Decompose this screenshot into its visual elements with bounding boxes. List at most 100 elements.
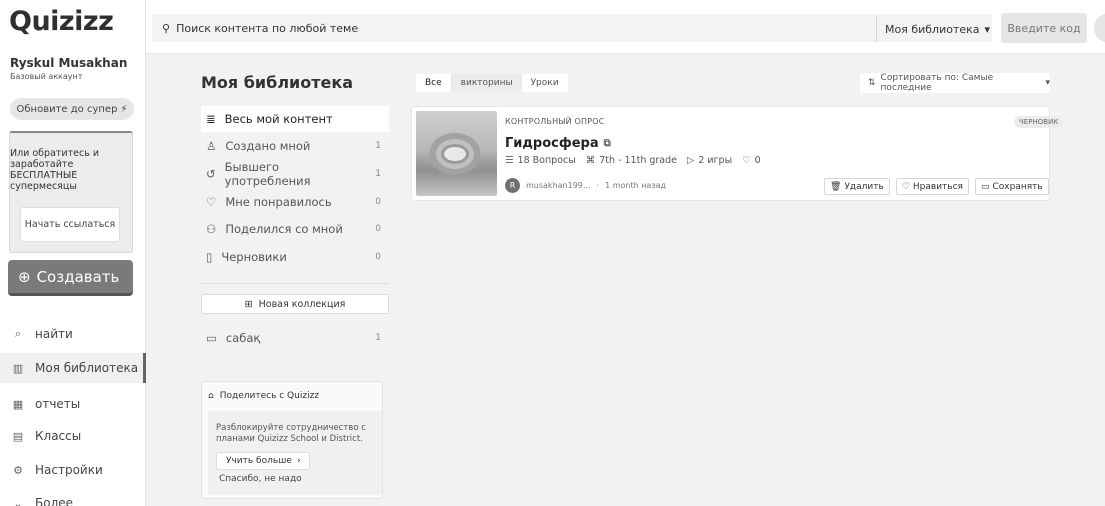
like-button[interactable]: ♡ Нравиться (895, 178, 969, 195)
quiz-thumbnail (416, 111, 497, 196)
chevron-right-icon: › (296, 456, 301, 466)
nav-label: Моя библиотека (35, 361, 139, 375)
plus-circle-icon: ⊕ (18, 267, 31, 286)
library-item-all[interactable]: ≣ Весь мой контент (201, 106, 389, 132)
nav-label: найти (35, 327, 73, 341)
library-dropdown[interactable]: Моя библиотека ▾ (876, 16, 991, 42)
user-name: Ryskul Musakhan (10, 56, 128, 70)
reports-icon: ▦ (12, 397, 24, 411)
quizizz-logo[interactable]: Quizizz (9, 6, 114, 37)
sort-label: Сортировать по: Самые последние (880, 73, 994, 93)
sort-icon: ⇅ (868, 78, 876, 88)
library-dropdown-label: Моя библиотека (885, 22, 980, 36)
referral-text: Или обратитесь и заработайте БЕСПЛАТНЫЕ … (10, 148, 99, 192)
save-button[interactable]: ▭ Сохранять (974, 178, 1049, 195)
nav-item-find[interactable]: ⌕ найти (0, 319, 146, 349)
create-label: Создавать (36, 267, 120, 286)
library-item-count: 0 (375, 197, 381, 207)
avatar: R (505, 178, 520, 193)
library-item-label: Создано мной (225, 139, 311, 153)
learn-more-button[interactable]: Учить больше › (216, 452, 310, 470)
library-item-label: Черновики (221, 250, 287, 264)
divider (201, 283, 389, 284)
share-panel-title: Поделитесь с Quizizz (219, 391, 320, 401)
author-name: musakhan199... (526, 181, 591, 190)
delete-button[interactable]: 🗑 Удалить (824, 178, 890, 195)
library-item-label: Мне понравилось (225, 195, 332, 209)
enter-code-input[interactable]: Введите код (1001, 13, 1087, 43)
likes-count: 0 (754, 155, 761, 166)
school-icon: ⌂ (208, 391, 214, 401)
add-folder-icon: ⊞ (244, 298, 253, 310)
nav-label: Настройки (35, 463, 103, 477)
people-icon: ⚇ (206, 222, 217, 236)
library-item-count: 1 (375, 141, 381, 151)
library-item-label: Весь мой контент (224, 112, 333, 126)
copy-icon[interactable]: ⧉ (604, 138, 611, 149)
caret-down-icon: ▾ (984, 22, 991, 36)
nav-item-classes[interactable]: ▤ Классы (0, 421, 146, 451)
tab-lessons[interactable]: Уроки (522, 74, 568, 92)
library-item-drafts[interactable]: ▯ Черновики 0 (201, 244, 389, 270)
learn-more-label: Учить больше (226, 456, 292, 466)
upgrade-button[interactable]: Обновите до супер ⚡ (10, 98, 134, 120)
nav-label: отчеты (35, 397, 81, 411)
heart-icon: ♡ (206, 195, 217, 209)
upgrade-label: Обновите до супер (16, 103, 118, 115)
nav-item-reports[interactable]: ▦ отчеты (0, 389, 146, 419)
tab-all[interactable]: Все (416, 74, 452, 92)
classes-icon: ▤ (12, 429, 24, 443)
nav-label: Более (35, 496, 74, 506)
lightning-icon: ⚡ (120, 103, 128, 115)
share-panel-text: Разблокируйте сотрудничество с планами Q… (216, 423, 366, 444)
filter-tabs: Все викторины Уроки (416, 74, 568, 92)
create-button[interactable]: ⊕ Создавать (8, 260, 133, 296)
grade-meta: ⌘ 7th - 11th grade (586, 155, 677, 166)
user-icon: ♙ (206, 139, 217, 153)
caret-down-icon: ▾ (1045, 78, 1050, 88)
no-thanks-link[interactable]: Спасибо, не надо (219, 474, 302, 484)
history-icon: ↺ (206, 167, 216, 181)
water-drop-image (444, 147, 466, 161)
library-item-count: 0 (375, 252, 381, 262)
library-item-label: Поделился со мной (225, 222, 343, 236)
graduation-cap-icon: ⌘ (585, 155, 596, 166)
likes-meta: ♡ 0 (742, 155, 761, 166)
quiz-type: КОНТРОЛЬНЫЙ ОПРОС (505, 117, 605, 126)
quiz-title-row[interactable]: Гидросфера ⧉ (505, 136, 611, 151)
stack-icon: ≣ (206, 112, 216, 126)
quiz-actions: 🗑 Удалить ♡ Нравиться ▭ Сохранять (824, 178, 1049, 195)
search-icon: ⚲ (162, 21, 171, 35)
folder-icon: ▭ (206, 331, 217, 345)
sort-dropdown[interactable]: ⇅ Сортировать по: Самые последние ▾ (860, 73, 1050, 93)
library-item-created-by-me[interactable]: ♙ Создано мной 1 (201, 133, 389, 159)
quiz-meta: ☰ 18 Вопросы ⌘ 7th - 11th grade ▷ 2 игры ♡ 0 (505, 155, 761, 166)
games-meta: ▷ 2 игры (687, 155, 732, 166)
grade-range: 7th - 11th grade (599, 155, 677, 166)
list-icon: ☰ (505, 155, 514, 166)
trash-icon: 🗑 (830, 181, 842, 192)
folder-icon: ▭ (980, 181, 990, 192)
library-item-shared[interactable]: ⚇ Поделился со мной 0 (201, 216, 389, 242)
collection-count: 1 (375, 333, 381, 343)
collection-label: сабақ (225, 331, 261, 345)
library-item-count: 0 (375, 224, 381, 234)
games-count: 2 игры (698, 155, 733, 166)
nav-item-more[interactable]: ⌄ Более (0, 488, 146, 506)
gear-icon: ⚙ (13, 463, 23, 477)
search-input[interactable]: ⚲ Поиск контента по любой теме (152, 14, 992, 42)
library-item-count: 1 (375, 169, 381, 179)
search-icon: ⌕ (14, 327, 22, 340)
tab-quizzes[interactable]: викторины (451, 74, 522, 92)
nav-item-my-library[interactable]: ▥ Моя библиотека (0, 353, 146, 383)
library-item-previously-used[interactable]: ↺ Бывшего употребления 1 (201, 160, 389, 188)
library-item-liked[interactable]: ♡ Мне понравилось 0 (201, 189, 389, 215)
library-icon: ▥ (12, 361, 24, 375)
heart-icon: ♡ (901, 181, 910, 192)
new-collection-label: Новая коллекция (258, 298, 346, 310)
start-referring-button[interactable]: Начать ссылаться (20, 207, 120, 242)
collection-item[interactable]: ▭ сабақ 1 (201, 325, 389, 351)
chevron-down-icon: ⌄ (13, 496, 23, 506)
new-collection-button[interactable]: ⊞ Новая коллекция (201, 294, 389, 314)
nav-item-settings[interactable]: ⚙ Настройки (0, 455, 146, 485)
